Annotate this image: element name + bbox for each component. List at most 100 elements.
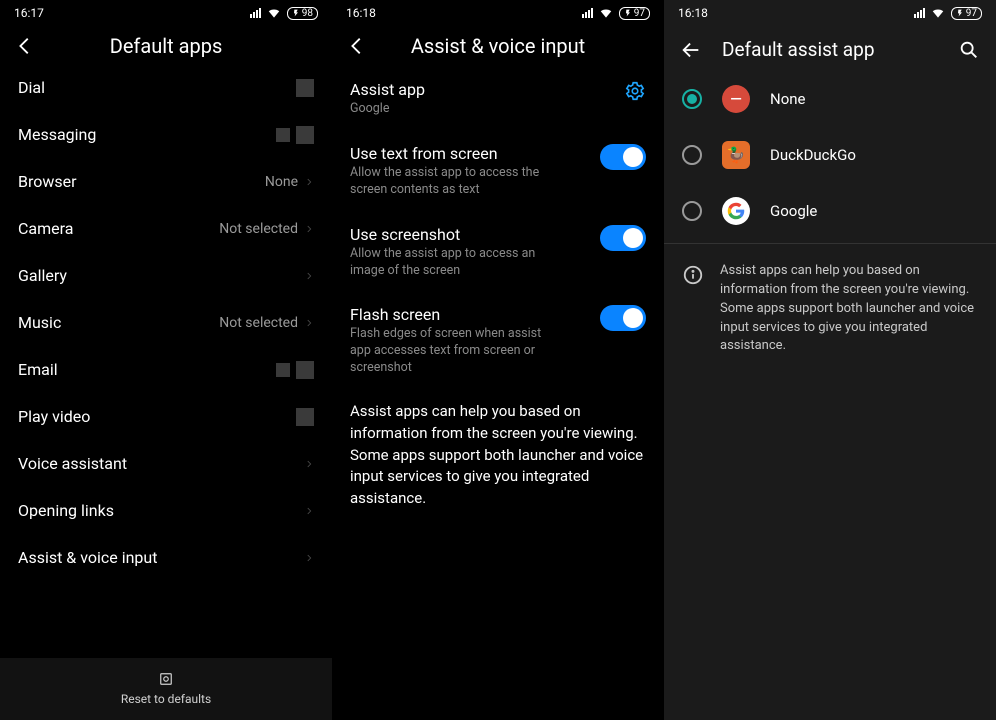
clock: 16:18 — [346, 6, 376, 20]
back-icon[interactable] — [346, 35, 368, 57]
assist-settings-list: Assist app Google Use text from screen Al… — [332, 64, 664, 720]
app-placeholder-icon — [276, 128, 290, 142]
app-placeholder-icon — [296, 79, 314, 97]
row-label: Camera — [18, 219, 73, 238]
setting-row[interactable]: Messaging — [0, 111, 332, 158]
battery-indicator: 97 — [951, 7, 982, 20]
divider — [664, 243, 996, 244]
radio-button[interactable] — [682, 145, 702, 165]
row-value — [296, 408, 314, 426]
row-label: Assist & voice input — [18, 548, 157, 567]
info-text: Assist apps can help you based on inform… — [720, 262, 978, 356]
header: Default assist app — [664, 24, 996, 71]
assist-info-text: Assist apps can help you based on inform… — [332, 387, 664, 524]
row-value — [304, 504, 314, 518]
assist-app-title: Assist app — [350, 80, 614, 99]
header: Assist & voice input — [332, 24, 664, 64]
toggle-title: Use text from screen — [350, 144, 590, 163]
default-apps-screen: 16:17 98 Default apps Dial Messaging Brows… — [0, 0, 332, 720]
app-placeholder-icon — [296, 126, 314, 144]
row-label: Play video — [18, 407, 90, 426]
battery-indicator: 97 — [619, 7, 650, 20]
setting-row[interactable]: Opening links — [0, 487, 332, 534]
toggle-row[interactable]: Use screenshot Allow the assist app to ac… — [332, 209, 664, 290]
status-bar: 16:18 97 — [332, 0, 664, 24]
row-label: Email — [18, 360, 58, 379]
setting-row[interactable]: Play video — [0, 393, 332, 440]
toggle-switch[interactable] — [600, 305, 646, 331]
app-option[interactable]: Google — [664, 183, 996, 239]
app-option[interactable]: — None — [664, 71, 996, 127]
wifi-icon — [599, 6, 613, 20]
toggle-row[interactable]: Flash screen Flash edges of screen when a… — [332, 289, 664, 387]
setting-row[interactable]: Assist & voice input — [0, 534, 332, 581]
app-placeholder-icon — [276, 363, 290, 377]
clock: 16:17 — [14, 6, 44, 20]
row-label: Messaging — [18, 125, 96, 144]
app-placeholder-icon — [296, 361, 314, 379]
reset-icon — [157, 670, 175, 688]
setting-row[interactable]: Browser None — [0, 158, 332, 205]
option-label: None — [770, 90, 806, 108]
setting-row[interactable]: Music Not selected — [0, 299, 332, 346]
row-label: Browser — [18, 172, 77, 191]
row-value: Not selected — [219, 221, 314, 237]
toggle-desc: Allow the assist app to access an image … — [350, 246, 560, 280]
row-value — [276, 361, 314, 379]
setting-row[interactable]: Gallery — [0, 252, 332, 299]
toggle-title: Flash screen — [350, 305, 590, 324]
toggle-title: Use screenshot — [350, 225, 590, 244]
settings-list: Dial Messaging Browser None Camera Not select… — [0, 64, 332, 658]
assist-voice-input-screen: 16:18 97 Assist & voice input Assist app… — [332, 0, 664, 720]
row-value: Not selected — [219, 315, 314, 331]
row-value — [304, 457, 314, 471]
row-label: Dial — [18, 78, 45, 97]
app-placeholder-icon — [296, 408, 314, 426]
info-icon — [682, 264, 704, 286]
reset-label: Reset to defaults — [121, 692, 211, 706]
row-label: Voice assistant — [18, 454, 127, 473]
radio-button[interactable] — [682, 89, 702, 109]
status-bar: 16:17 98 — [0, 0, 332, 24]
toggle-desc: Allow the assist app to access the scree… — [350, 165, 560, 199]
assist-app-value: Google — [350, 101, 560, 118]
row-value: None — [265, 174, 314, 190]
row-value — [304, 551, 314, 565]
battery-indicator: 98 — [287, 7, 318, 20]
page-title: Default assist app — [722, 38, 938, 61]
assist-app-row[interactable]: Assist app Google — [332, 64, 664, 128]
gear-icon[interactable] — [624, 80, 646, 102]
toggle-switch[interactable] — [600, 144, 646, 170]
back-arrow-icon[interactable] — [680, 39, 702, 61]
option-label: Google — [770, 202, 817, 220]
setting-row[interactable]: Camera Not selected — [0, 205, 332, 252]
wifi-icon — [267, 6, 281, 20]
toggle-desc: Flash edges of screen when assist app ac… — [350, 326, 560, 377]
option-label: DuckDuckGo — [770, 146, 856, 164]
header: Default apps — [0, 24, 332, 64]
reset-defaults-button[interactable]: Reset to defaults — [0, 658, 332, 720]
app-option[interactable]: 🦆 DuckDuckGo — [664, 127, 996, 183]
row-value — [304, 269, 314, 283]
row-value — [296, 79, 314, 97]
google-icon — [722, 197, 750, 225]
row-label: Gallery — [18, 266, 67, 285]
signal-icon — [914, 8, 925, 18]
search-icon[interactable] — [958, 39, 980, 61]
signal-icon — [582, 8, 593, 18]
radio-button[interactable] — [682, 201, 702, 221]
row-label: Music — [18, 313, 61, 332]
page-title: Assist & voice input — [386, 34, 610, 58]
setting-row[interactable]: Voice assistant — [0, 440, 332, 487]
row-label: Opening links — [18, 501, 114, 520]
toggle-switch[interactable] — [600, 225, 646, 251]
setting-row[interactable]: Email — [0, 346, 332, 393]
duckduckgo-icon: 🦆 — [722, 141, 750, 169]
toggle-row[interactable]: Use text from screen Allow the assist app… — [332, 128, 664, 209]
page-title: Default apps — [54, 34, 278, 58]
signal-icon — [250, 8, 261, 18]
back-icon[interactable] — [14, 35, 36, 57]
row-value — [276, 126, 314, 144]
none-icon: — — [722, 85, 750, 113]
setting-row[interactable]: Dial — [0, 64, 332, 111]
